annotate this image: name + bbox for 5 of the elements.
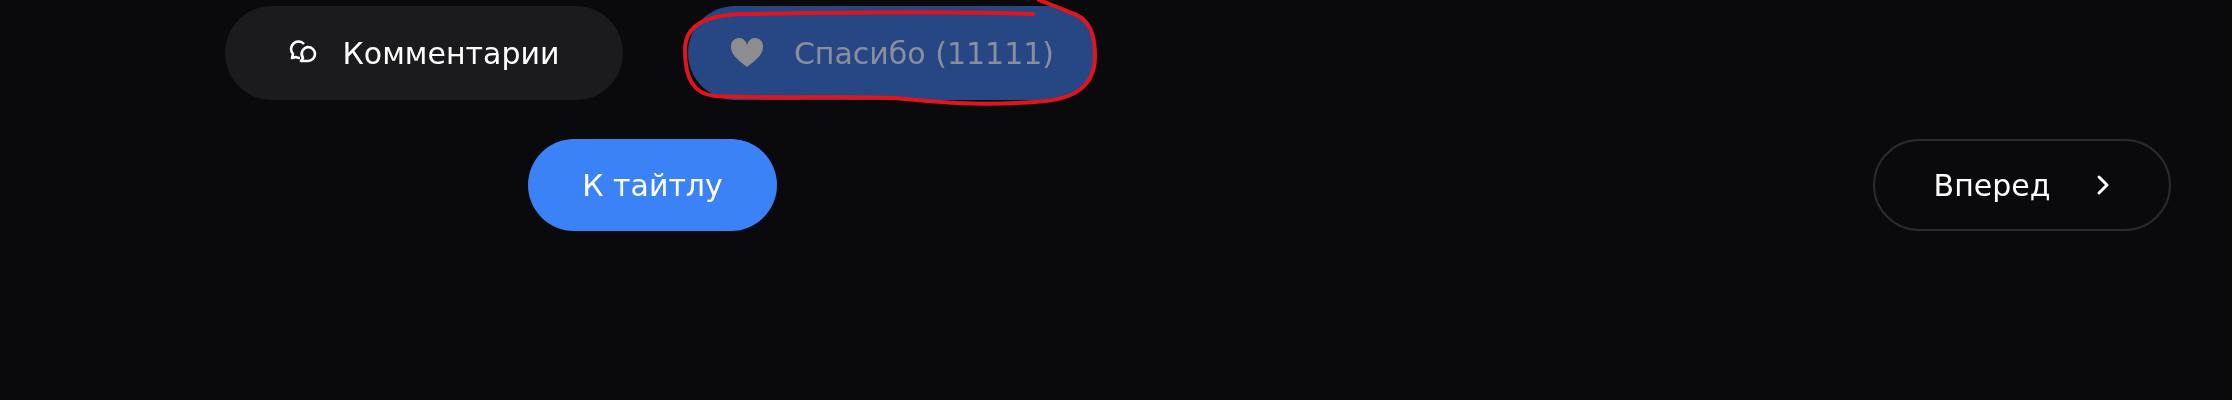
next-button[interactable]: Вперед (1873, 139, 2171, 231)
comments-button[interactable]: Комментарии (225, 6, 623, 100)
back-to-title-button[interactable]: К тайтлу (528, 139, 777, 231)
heart-icon (729, 38, 764, 68)
chevron-right-icon (2096, 174, 2111, 196)
